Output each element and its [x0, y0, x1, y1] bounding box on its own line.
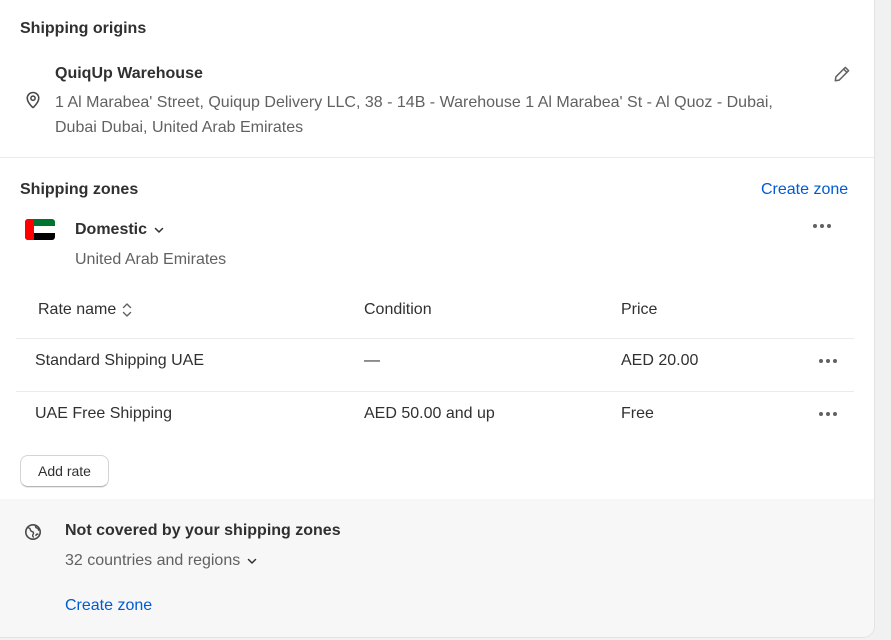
rate-more-actions-icon[interactable]	[815, 405, 841, 423]
sort-icon	[122, 301, 132, 319]
shipping-origins-title: Shipping origins	[20, 20, 147, 37]
shipping-card: Shipping origins QuiqUp Warehouse 1 Al M…	[0, 0, 875, 638]
create-zone-footer-link[interactable]: Create zone	[65, 597, 152, 615]
globe-off-icon	[23, 522, 43, 542]
chevron-down-icon	[246, 555, 258, 567]
table-divider	[16, 338, 854, 339]
column-rate-name[interactable]: Rate name	[38, 301, 132, 319]
rate-name-cell: UAE Free Shipping	[35, 405, 172, 422]
create-zone-link[interactable]: Create zone	[761, 181, 848, 199]
column-price: Price	[621, 301, 658, 318]
origin-name: QuiqUp Warehouse	[55, 65, 203, 82]
zone-domestic-toggle[interactable]: Domestic	[75, 221, 165, 239]
rate-condition-cell: AED 50.00 and up	[364, 405, 495, 422]
rate-price-cell: AED 20.00	[621, 352, 699, 369]
not-covered-summary: 32 countries and regions	[65, 552, 241, 569]
location-pin-icon	[23, 90, 43, 110]
not-covered-title: Not covered by your shipping zones	[65, 522, 341, 539]
rate-name-cell: Standard Shipping UAE	[35, 352, 204, 369]
rate-condition-cell: —	[364, 352, 380, 369]
rate-more-actions-icon[interactable]	[815, 352, 841, 370]
rate-price-cell: Free	[621, 405, 654, 422]
column-rate-name-label: Rate name	[38, 301, 117, 318]
add-rate-button[interactable]: Add rate	[20, 455, 109, 487]
chevron-down-icon	[153, 224, 165, 236]
zone-more-actions-icon[interactable]	[809, 217, 835, 235]
zone-name: Domestic	[75, 221, 148, 238]
table-divider	[16, 391, 854, 392]
section-divider	[0, 157, 874, 158]
pencil-icon[interactable]	[832, 64, 852, 84]
uae-flag-icon	[25, 219, 55, 240]
shipping-zones-title: Shipping zones	[20, 181, 139, 198]
zone-countries: United Arab Emirates	[75, 251, 227, 268]
column-condition: Condition	[364, 301, 432, 318]
not-covered-countries-toggle[interactable]: 32 countries and regions	[65, 552, 258, 570]
origin-address: 1 Al Marabea' Street, Quiqup Delivery LL…	[55, 94, 773, 136]
